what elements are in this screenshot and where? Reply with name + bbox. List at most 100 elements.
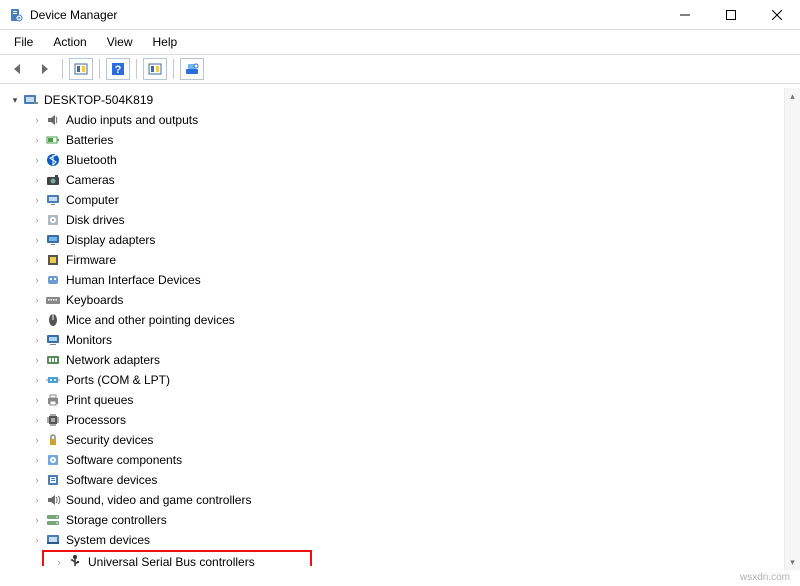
expand-arrow-icon[interactable]: › <box>30 335 44 345</box>
expand-arrow-icon[interactable]: › <box>30 295 44 305</box>
forward-button[interactable] <box>32 58 56 80</box>
category-label: Security devices <box>66 433 153 447</box>
expand-arrow-icon[interactable]: › <box>30 315 44 325</box>
expand-arrow-icon[interactable]: › <box>30 475 44 485</box>
category-label: Audio inputs and outputs <box>66 113 198 127</box>
device-category-printer[interactable]: › Print queues <box>30 390 796 410</box>
device-category-nic[interactable]: ›Network adapters <box>30 350 796 370</box>
device-category-firmware[interactable]: › Firmware <box>30 250 796 270</box>
device-category-display[interactable]: › Display adapters <box>30 230 796 250</box>
device-category-usb[interactable]: › Universal Serial Bus controllers <box>42 550 312 566</box>
back-button[interactable] <box>6 58 30 80</box>
device-category-security[interactable]: › Security devices <box>30 430 796 450</box>
printer-icon <box>44 392 62 408</box>
menubar: File Action View Help <box>0 30 800 55</box>
toolbar-separator <box>173 59 174 79</box>
device-category-monitor[interactable]: › Monitors <box>30 330 796 350</box>
category-label: Print queues <box>66 393 133 407</box>
scroll-down-icon[interactable]: ▾ <box>785 554 800 570</box>
root-label: DESKTOP-504K819 <box>44 93 153 107</box>
usb-icon <box>66 554 84 566</box>
sound-icon <box>44 492 62 508</box>
toolbar-separator <box>99 59 100 79</box>
device-category-disk[interactable]: ›Disk drives <box>30 210 796 230</box>
menu-file[interactable]: File <box>4 32 43 52</box>
root-node[interactable]: ▾ DESKTOP-504K819 <box>8 90 796 110</box>
display-icon <box>44 232 62 248</box>
svg-text:?: ? <box>115 64 122 76</box>
device-category-bluetooth[interactable]: ›Bluetooth <box>30 150 796 170</box>
category-label: Cameras <box>66 173 115 187</box>
expand-arrow-icon[interactable]: › <box>30 275 44 285</box>
device-category-cpu[interactable]: › Processors <box>30 410 796 430</box>
device-category-softcomp[interactable]: ›Software components <box>30 450 796 470</box>
expand-arrow-icon[interactable]: › <box>30 115 44 125</box>
expand-arrow-icon[interactable]: › <box>30 455 44 465</box>
softcomp-icon <box>44 452 62 468</box>
expand-arrow-icon[interactable]: › <box>30 215 44 225</box>
expand-arrow-icon[interactable]: › <box>30 355 44 365</box>
category-label: Universal Serial Bus controllers <box>88 555 255 566</box>
maximize-button[interactable] <box>708 0 754 30</box>
expand-arrow-icon[interactable]: › <box>30 375 44 385</box>
expand-arrow-icon[interactable]: › <box>30 515 44 525</box>
device-category-sound[interactable]: › Sound, video and game controllers <box>30 490 796 510</box>
device-category-storage[interactable]: › Storage controllers <box>30 510 796 530</box>
category-label: System devices <box>66 533 150 547</box>
expand-arrow-icon[interactable]: › <box>30 495 44 505</box>
help-button[interactable]: ? <box>106 58 130 80</box>
category-label: Mice and other pointing devices <box>66 313 235 327</box>
battery-icon <box>44 132 62 148</box>
device-category-system[interactable]: › System devices <box>30 530 796 550</box>
menu-view[interactable]: View <box>97 32 143 52</box>
device-category-softdev[interactable]: ›Software devices <box>30 470 796 490</box>
computer-icon <box>44 192 62 208</box>
toolbar-separator <box>62 59 63 79</box>
expand-arrow-icon[interactable]: › <box>30 415 44 425</box>
category-label: Sound, video and game controllers <box>66 493 251 507</box>
expand-arrow-icon[interactable]: › <box>30 235 44 245</box>
softdev-icon <box>44 472 62 488</box>
category-label: Processors <box>66 413 126 427</box>
scroll-up-icon[interactable]: ▴ <box>785 88 800 104</box>
expand-arrow-icon[interactable]: ▾ <box>8 95 22 106</box>
category-label: Display adapters <box>66 233 155 247</box>
expand-arrow-icon[interactable]: › <box>30 155 44 165</box>
show-hidden-button[interactable] <box>69 58 93 80</box>
device-category-hid[interactable]: ›Human Interface Devices <box>30 270 796 290</box>
expand-arrow-icon[interactable]: › <box>30 135 44 145</box>
window-title: Device Manager <box>30 8 662 22</box>
device-category-camera[interactable]: › Cameras <box>30 170 796 190</box>
disk-icon <box>44 212 62 228</box>
storage-icon <box>44 512 62 528</box>
scan-hardware-button[interactable] <box>180 58 204 80</box>
category-label: Storage controllers <box>66 513 167 527</box>
menu-action[interactable]: Action <box>43 32 96 52</box>
close-button[interactable] <box>754 0 800 30</box>
expand-arrow-icon[interactable]: › <box>52 557 66 566</box>
device-category-port[interactable]: › Ports (COM & LPT) <box>30 370 796 390</box>
menu-help[interactable]: Help <box>143 32 188 52</box>
device-category-battery[interactable]: ›Batteries <box>30 130 796 150</box>
scroll-thumb[interactable] <box>785 104 800 554</box>
vertical-scrollbar[interactable]: ▴ ▾ <box>784 88 800 570</box>
device-category-speaker[interactable]: › Audio inputs and outputs <box>30 110 796 130</box>
expand-arrow-icon[interactable]: › <box>30 535 44 545</box>
properties-button[interactable] <box>143 58 167 80</box>
expand-arrow-icon[interactable]: › <box>30 435 44 445</box>
minimize-button[interactable] <box>662 0 708 30</box>
hid-icon <box>44 272 62 288</box>
device-category-keyboard[interactable]: ›Keyboards <box>30 290 796 310</box>
expand-arrow-icon[interactable]: › <box>30 195 44 205</box>
category-label: Monitors <box>66 333 112 347</box>
category-label: Firmware <box>66 253 116 267</box>
system-icon <box>44 532 62 548</box>
device-category-computer[interactable]: ›Computer <box>30 190 796 210</box>
toolbar: ? <box>0 55 800 84</box>
expand-arrow-icon[interactable]: › <box>30 255 44 265</box>
device-category-mouse[interactable]: › Mice and other pointing devices <box>30 310 796 330</box>
category-label: Ports (COM & LPT) <box>66 373 170 387</box>
mouse-icon <box>44 312 62 328</box>
expand-arrow-icon[interactable]: › <box>30 175 44 185</box>
expand-arrow-icon[interactable]: › <box>30 395 44 405</box>
